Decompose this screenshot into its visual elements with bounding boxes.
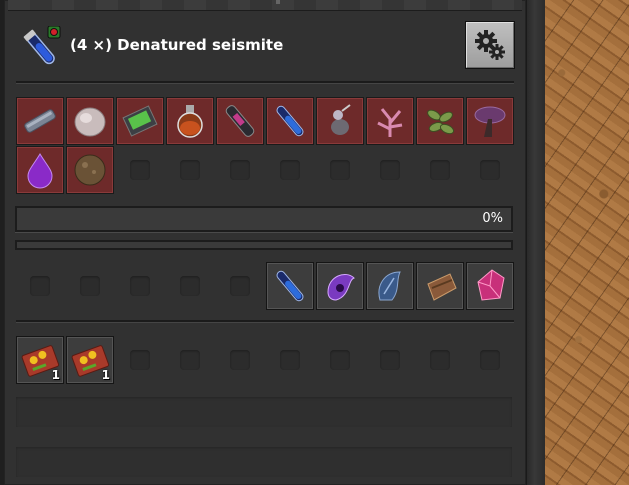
ingredient-slot[interactable] xyxy=(117,98,163,144)
pink-coral-icon xyxy=(377,108,403,137)
divider xyxy=(16,320,514,323)
ground-terrain xyxy=(545,0,629,485)
empty-slot[interactable] xyxy=(117,263,163,309)
empty-row xyxy=(16,397,512,427)
progress-label: 0% xyxy=(482,211,503,226)
recipe-header: (4 ×) Denatured seismite xyxy=(14,20,516,76)
empty-slot[interactable] xyxy=(167,337,213,383)
output-slot[interactable] xyxy=(467,263,513,309)
empty-slot[interactable] xyxy=(117,337,163,383)
gear-icon xyxy=(475,30,505,60)
divider xyxy=(16,81,514,84)
ingredient-slot[interactable] xyxy=(317,98,363,144)
purple-shell-icon xyxy=(327,274,355,301)
empty-slot[interactable] xyxy=(217,263,263,309)
grey-rod-icon xyxy=(24,109,56,133)
blue-vial-icon xyxy=(276,105,304,137)
ingredient-slot[interactable] xyxy=(267,98,313,144)
secondary-progress-bar xyxy=(15,240,513,250)
ingredient-slot[interactable] xyxy=(217,98,263,144)
dark-tube-icon xyxy=(225,105,255,137)
ingredient-slot[interactable] xyxy=(17,98,63,144)
output-slot[interactable] xyxy=(267,263,313,309)
orange-flask-icon xyxy=(177,105,203,138)
brown-sphere-icon xyxy=(74,154,106,186)
blue-vial-icon xyxy=(276,270,304,302)
empty-slot[interactable] xyxy=(467,147,513,193)
output-slot[interactable] xyxy=(417,263,463,309)
top-rail xyxy=(8,0,522,11)
white-rock-icon xyxy=(74,107,106,137)
recipe-title: (4 ×) Denatured seismite xyxy=(70,36,284,54)
settings-button[interactable] xyxy=(466,22,514,68)
ingredient-slot[interactable] xyxy=(67,147,113,193)
ingredient-slot[interactable] xyxy=(367,98,413,144)
empty-slot[interactable] xyxy=(217,147,263,193)
empty-slot[interactable] xyxy=(467,337,513,383)
output-slot[interactable] xyxy=(317,263,363,309)
empty-row xyxy=(16,447,512,477)
pink-crystal-icon xyxy=(477,269,505,301)
ingredient-slot[interactable] xyxy=(417,98,463,144)
empty-slot[interactable] xyxy=(417,337,463,383)
empty-slot[interactable] xyxy=(117,147,163,193)
brown-pouch-icon xyxy=(427,273,457,301)
purple-drop-icon xyxy=(27,153,53,189)
purple-mushroom-icon xyxy=(474,106,506,137)
green-seeds-icon xyxy=(427,109,455,135)
module-count: 1 xyxy=(101,368,110,382)
module-count: 1 xyxy=(51,368,60,382)
empty-slot[interactable] xyxy=(317,337,363,383)
ingredient-slot[interactable] xyxy=(67,98,113,144)
empty-slot[interactable] xyxy=(367,337,413,383)
module-slot[interactable]: 1 xyxy=(17,337,63,383)
empty-slot[interactable] xyxy=(17,263,63,309)
empty-slot[interactable] xyxy=(167,263,213,309)
scrollbar[interactable] xyxy=(526,0,547,485)
rail-notch xyxy=(276,0,280,4)
empty-slot[interactable] xyxy=(167,147,213,193)
empty-slot[interactable] xyxy=(67,263,113,309)
empty-slot[interactable] xyxy=(417,147,463,193)
ingredient-slot[interactable] xyxy=(17,147,63,193)
blue-vial-icon[interactable] xyxy=(22,25,62,70)
empty-slot[interactable] xyxy=(267,337,313,383)
progress-bar: 0% xyxy=(15,206,513,232)
blue-fish-icon xyxy=(378,271,401,301)
empty-slot[interactable] xyxy=(267,147,313,193)
empty-slot[interactable] xyxy=(317,147,363,193)
module-slot[interactable]: 1 xyxy=(67,337,113,383)
output-slot[interactable] xyxy=(367,263,413,309)
empty-slot[interactable] xyxy=(217,337,263,383)
green-slab-icon xyxy=(122,105,158,137)
ingredient-slot[interactable] xyxy=(167,98,213,144)
empty-slot[interactable] xyxy=(367,147,413,193)
ingredient-slot[interactable] xyxy=(467,98,513,144)
grey-creature-icon xyxy=(331,104,351,135)
